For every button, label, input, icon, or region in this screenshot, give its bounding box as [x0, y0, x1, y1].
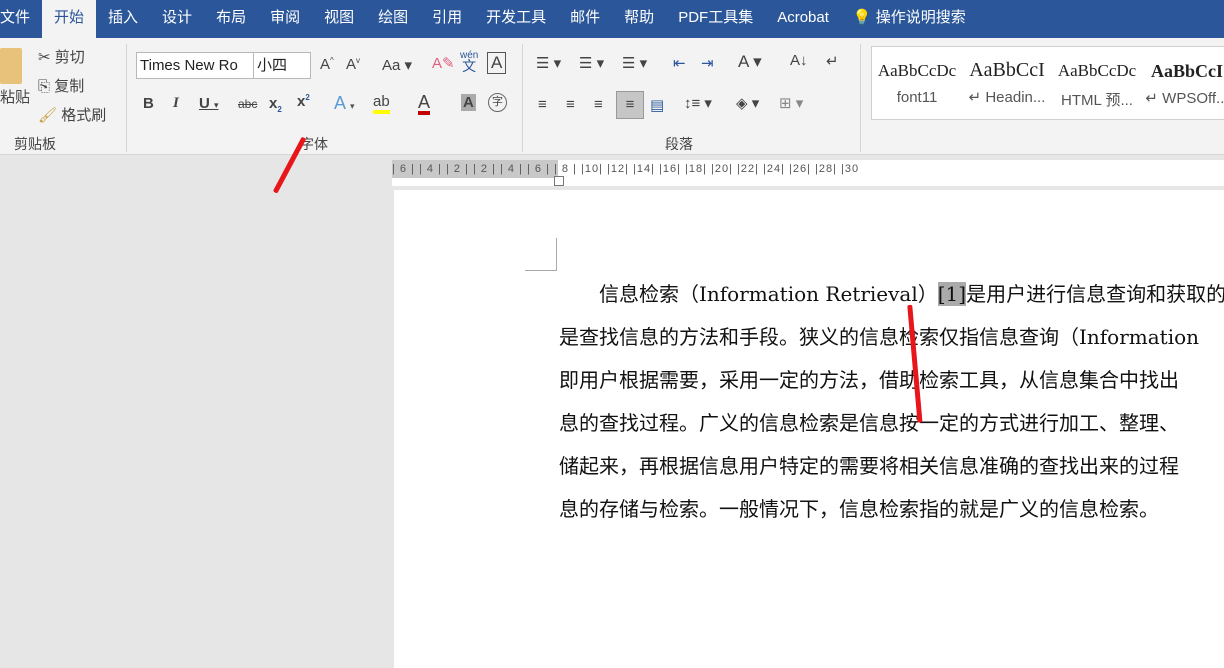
- align-center-button[interactable]: ≡: [566, 96, 575, 113]
- superscript-button[interactable]: x2: [297, 93, 310, 110]
- show-marks-button[interactable]: ↵: [826, 52, 839, 70]
- style-item[interactable]: AaBbCcI ↵ WPSOff...: [1142, 47, 1224, 107]
- text-effects-button[interactable]: A ▾: [334, 93, 355, 114]
- cut-button[interactable]: ✂ 剪切: [38, 46, 85, 67]
- footnote-reference[interactable]: [1]: [937, 282, 967, 306]
- tab-design[interactable]: 设计: [150, 0, 204, 38]
- underline-button[interactable]: U ▾: [199, 95, 219, 112]
- indent-marker[interactable]: [554, 176, 564, 186]
- bullets-button[interactable]: ☰ ▾: [536, 54, 561, 72]
- style-item[interactable]: AaBbCcDc HTML 预...: [1052, 47, 1142, 110]
- multilevel-list-button[interactable]: ☰ ▾: [622, 54, 647, 72]
- highlight-button[interactable]: ab: [373, 93, 390, 114]
- paste-button[interactable]: 粘贴: [0, 86, 30, 107]
- decrease-indent-button[interactable]: ⇤: [673, 54, 686, 72]
- tab-draw[interactable]: 绘图: [366, 0, 420, 38]
- copy-button[interactable]: ⎘ 复制: [38, 75, 84, 96]
- tab-file[interactable]: 文件: [0, 0, 42, 38]
- tab-acrobat[interactable]: Acrobat: [765, 0, 841, 38]
- tab-pdf-tools[interactable]: PDF工具集: [666, 0, 765, 38]
- scissors-icon: ✂: [38, 49, 51, 66]
- tab-view[interactable]: 视图: [312, 0, 366, 38]
- sort-button[interactable]: A↓: [790, 52, 808, 69]
- style-item[interactable]: AaBbCcDc font11: [872, 47, 962, 106]
- grow-font-button[interactable]: A^: [320, 56, 334, 73]
- paragraph-group-label: 段落: [665, 136, 693, 152]
- tab-help[interactable]: 帮助: [612, 0, 666, 38]
- tab-references[interactable]: 引用: [420, 0, 474, 38]
- font-name-select[interactable]: Times New Ro: [136, 52, 254, 79]
- chinese-layout-button[interactable]: A ▾: [738, 52, 762, 72]
- tab-developer[interactable]: 开发工具: [474, 0, 558, 38]
- tab-mailings[interactable]: 邮件: [558, 0, 612, 38]
- tab-insert[interactable]: 插入: [96, 0, 150, 38]
- tab-review[interactable]: 审阅: [258, 0, 312, 38]
- paragraph-line: 储起来，再根据信息用户特定的需要将相关信息准确的查找出来的过程: [559, 454, 1179, 478]
- style-item[interactable]: AaBbCcI ↵ Headin...: [962, 47, 1052, 106]
- justify-button[interactable]: ≡: [616, 91, 644, 119]
- styles-gallery: AaBbCcDc font11 AaBbCcI ↵ Headin... AaBbCc…: [871, 46, 1224, 120]
- character-border-button[interactable]: A: [487, 52, 507, 74]
- shading-button[interactable]: ◈ ▾: [736, 94, 759, 112]
- increase-indent-button[interactable]: ⇥: [701, 54, 714, 72]
- italic-button[interactable]: I: [173, 95, 179, 112]
- horizontal-ruler[interactable]: | 6 | | 4 | | 2 | | 2 | | 4 | | 6 | | 8 …: [392, 160, 1224, 186]
- margin-corner-mark: [525, 238, 557, 271]
- line-spacing-button[interactable]: ↕≡ ▾: [684, 94, 712, 112]
- paragraph-line: 是查找信息的方法和手段。狭义的信息检索仅指信息查询（Information: [559, 325, 1200, 349]
- character-shading-button[interactable]: A: [461, 94, 476, 111]
- tab-home[interactable]: 开始: [42, 0, 97, 38]
- divider: [860, 44, 861, 152]
- align-right-button[interactable]: ≡: [594, 96, 603, 113]
- align-left-button[interactable]: ≡: [538, 96, 547, 113]
- bold-button[interactable]: B: [143, 95, 154, 112]
- copy-icon: ⎘: [38, 78, 51, 95]
- tab-layout[interactable]: 布局: [204, 0, 258, 38]
- brush-icon: 🖌: [38, 107, 58, 124]
- clipboard-icon: [0, 48, 22, 84]
- lightbulb-icon: 💡: [852, 9, 872, 26]
- strikethrough-button[interactable]: abc: [238, 97, 257, 111]
- divider: [522, 44, 523, 152]
- paragraph-line: 息的存储与检索。一般情况下，信息检索指的就是广义的信息检索。: [559, 497, 1159, 521]
- font-size-select[interactable]: 小四: [253, 52, 311, 79]
- clipboard-group-label: 剪贴板: [14, 136, 56, 152]
- format-painter-button[interactable]: 🖌 格式刷: [38, 104, 106, 125]
- distributed-button[interactable]: ▤: [650, 96, 664, 114]
- divider: [126, 44, 127, 152]
- clear-format-icon[interactable]: A✎: [432, 54, 455, 72]
- change-case-button[interactable]: Aa ▾: [382, 56, 412, 74]
- ribbon-tabs: 文件 开始 插入 设计 布局 审阅 视图 绘图 引用 开发工具 邮件 帮助 PD…: [0, 0, 1224, 38]
- document-page[interactable]: 信息检索（Information Retrieval）[1]是用户进行信息查询和…: [394, 190, 1224, 668]
- tell-me-search[interactable]: 💡 操作说明搜索: [841, 0, 978, 38]
- paragraph-line: 即用户根据需要，采用一定的方法，借助检索工具，从信息集合中找出: [559, 368, 1179, 392]
- enclose-characters-button[interactable]: 字: [488, 93, 507, 112]
- font-color-button[interactable]: A: [418, 93, 431, 115]
- paragraph-line: 信息检索（Information Retrieval）[1]是用户进行信息查询和…: [599, 282, 1224, 306]
- phonetic-guide-button[interactable]: wén 文: [460, 50, 478, 74]
- subscript-button[interactable]: x2: [269, 95, 282, 114]
- paragraph-line: 息的查找过程。广义的信息检索是信息按一定的方式进行加工、整理、: [559, 411, 1179, 435]
- shrink-font-button[interactable]: Av: [346, 56, 360, 73]
- numbering-button[interactable]: ☰ ▾: [579, 54, 604, 72]
- borders-button[interactable]: ⊞ ▾: [779, 94, 803, 112]
